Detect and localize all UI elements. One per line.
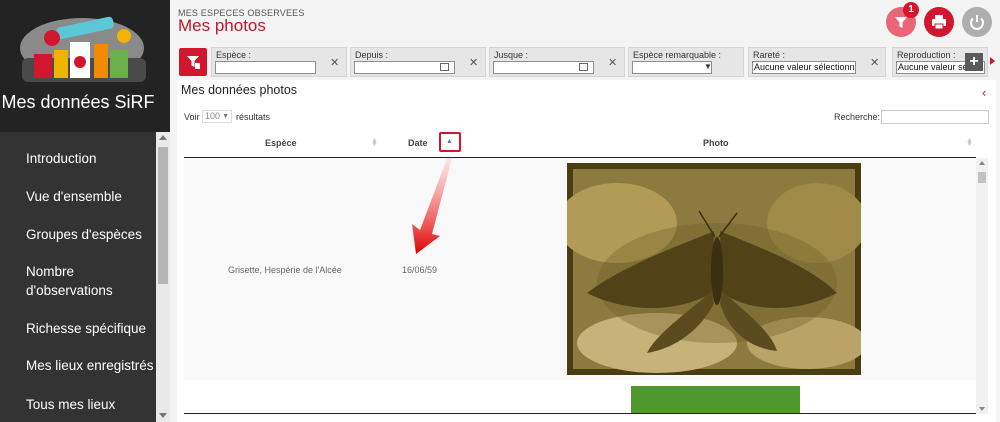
print-button[interactable] — [924, 7, 954, 37]
sidebar-item-overview[interactable]: Vue d'ensemble — [26, 187, 154, 206]
table-footer-divider — [184, 413, 976, 414]
page-length-value: 100 — [205, 111, 221, 121]
column-header-species[interactable]: Espèce — [265, 138, 297, 148]
chevron-down-icon[interactable]: ▼ — [704, 62, 740, 71]
calendar-icon[interactable] — [440, 63, 449, 71]
page-length-label: Voir — [184, 112, 200, 122]
sidebar-item-saved-places[interactable]: Mes lieux enregistrés — [26, 356, 154, 375]
filter-rarity-label: Rareté : — [753, 50, 786, 60]
sidebar-item-species-groups[interactable]: Groupes d'espèces — [26, 225, 154, 244]
filter-to-date: Jusque : ✕ — [489, 47, 625, 77]
sidebar-scroll-down-icon[interactable] — [159, 413, 167, 418]
filter-delete-icon — [187, 56, 200, 69]
chevron-down-icon: ▼ — [222, 113, 229, 120]
sidebar-scroll-up-icon[interactable] — [159, 135, 167, 140]
sidebar-item-observation-count[interactable]: Nombre d'observations — [26, 262, 154, 300]
filter-count-badge: 1 — [903, 2, 919, 18]
filter-remarkable-select[interactable] — [632, 61, 712, 74]
sidebar-title: Mes données SiRF — [1, 92, 155, 112]
sidebar-item-species-richness[interactable]: Richesse spécifique — [26, 319, 154, 338]
sort-ascending-icon: ▲ — [446, 138, 453, 145]
collapse-panel-icon[interactable]: ‹ — [982, 85, 986, 100]
panel-title: Mes données photos — [181, 83, 298, 97]
filter-rarity-clear-icon[interactable]: ✕ — [870, 56, 879, 69]
sort-icon[interactable]: ▲ ▼ — [371, 137, 378, 148]
butterfly-photo[interactable] — [567, 163, 861, 375]
filter-rarity: Rareté : Aucune valeur sélectionnée ✕ — [748, 47, 886, 77]
sidebar-header: Mes données SiRF — [0, 0, 170, 132]
search-input[interactable] — [881, 110, 989, 124]
sidebar-scrollbar-thumb[interactable] — [158, 147, 168, 284]
filter-to-clear-icon[interactable]: ✕ — [608, 56, 617, 69]
page-length-select[interactable]: 100 ▼ — [202, 110, 232, 123]
leaf-photo[interactable] — [631, 386, 800, 414]
add-filter-button[interactable]: + — [965, 53, 983, 71]
printer-icon — [932, 15, 946, 30]
filter-rarity-select[interactable]: Aucune valeur sélectionnée — [752, 61, 856, 74]
filter-from-date: Depuis : ✕ — [350, 47, 486, 77]
sort-icon[interactable]: ▲ ▼ — [966, 137, 973, 148]
filter-from-clear-icon[interactable]: ✕ — [469, 56, 478, 69]
cell-date: 16/06/59 — [402, 265, 438, 275]
sidebar-item-introduction[interactable]: Introduction — [26, 149, 154, 168]
filter-species-label: Espèce : — [216, 50, 252, 60]
filter-species-input[interactable] — [215, 61, 316, 74]
column-header-photo[interactable]: Photo — [703, 138, 729, 148]
filter-reproduction-label: Reproduction : — [897, 50, 956, 60]
filter-to-label: Jusque : — [494, 50, 529, 60]
search-label: Recherche: — [834, 112, 881, 122]
logout-button[interactable] — [962, 7, 992, 37]
cell-species: Grisette, Hespérie de l'Alcée — [228, 265, 342, 275]
table-scrollbar-thumb[interactable] — [978, 172, 986, 183]
table-scroll-up-icon[interactable] — [979, 161, 985, 165]
table-scroll-down-icon[interactable] — [979, 407, 985, 411]
annotation-arrow-icon — [412, 156, 452, 254]
page-length-suffix: résultats — [236, 112, 271, 122]
logo-illustration-icon — [20, 16, 146, 82]
filter-remarkable-label: Espèce remarquable : — [633, 50, 722, 60]
column-header-date[interactable]: Date — [408, 138, 428, 148]
filter-species-clear-icon[interactable]: ✕ — [330, 56, 339, 69]
clear-filters-button[interactable] — [179, 48, 207, 76]
filter-species: Espèce : ✕ — [211, 47, 347, 77]
power-icon — [970, 15, 984, 30]
filter-from-label: Depuis : — [355, 50, 389, 60]
page-title: Mes photos — [178, 16, 266, 35]
filter-remarkable: Espèce remarquable : ▼ — [628, 47, 744, 77]
table-scrollbar[interactable] — [976, 158, 988, 414]
calendar-icon[interactable] — [579, 63, 588, 71]
filter-scroll-right-icon[interactable] — [990, 57, 995, 65]
sidebar-item-all-places[interactable]: Tous mes lieux — [26, 395, 154, 414]
